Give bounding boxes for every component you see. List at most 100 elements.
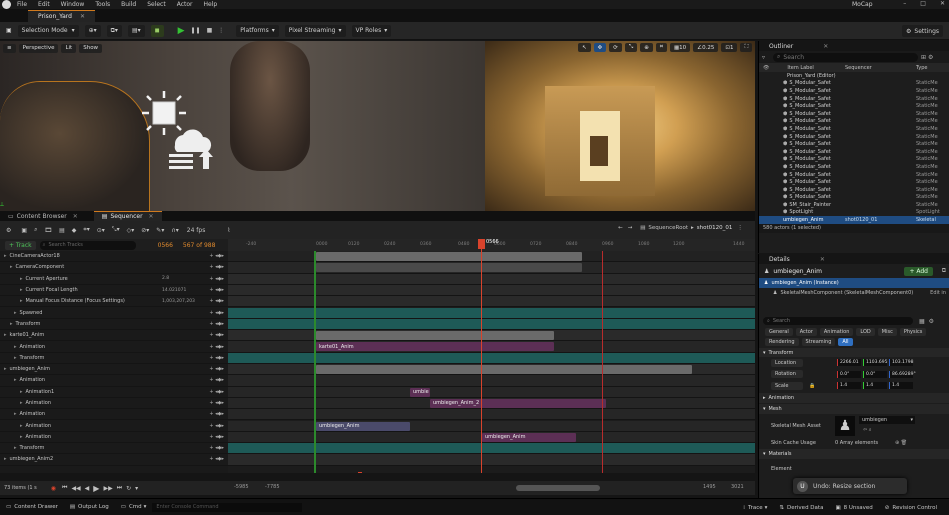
prev-key-icon[interactable]: ◀◀ (71, 485, 80, 492)
keyframe-marker[interactable] (358, 472, 362, 473)
filter-rendering[interactable]: Rendering (765, 338, 799, 346)
expand-arrow-icon[interactable]: ▸ (10, 264, 13, 270)
track-row[interactable]: ▸ umbiegen_Anim + ◂◆▸ (0, 364, 228, 376)
track-add-key-icon[interactable]: + ◂◆▸ (209, 389, 224, 395)
expand-arrow-icon[interactable]: ▸ (20, 389, 23, 395)
track-row[interactable]: ▸ Transform + ◂◆▸ (0, 443, 228, 455)
viewport-menu-icon[interactable]: ≡ (3, 43, 16, 53)
track-row[interactable]: ▸ Manual Focus Distance (Focus Settings) 1… (0, 296, 228, 308)
details-search-input[interactable]: ⌕ Search (763, 317, 913, 325)
blueprint-options-icon[interactable]: ⧉ (942, 267, 946, 275)
select-tool-icon[interactable]: ↖ (578, 43, 591, 52)
outliner-item[interactable]: ⬢ SM_Stair_Painter StaticMe (759, 201, 949, 209)
view-range-start[interactable]: -5985 (234, 484, 249, 490)
seq-edit-icon[interactable]: ✎▾ (156, 227, 164, 234)
track-value[interactable]: 1,003,207,203 (162, 299, 195, 304)
show-button[interactable]: Show (79, 43, 103, 53)
pause-icon[interactable]: ❚❚ (191, 27, 201, 34)
play-icon[interactable]: ▶ (178, 26, 185, 36)
expand-arrow-icon[interactable]: ▸ (14, 310, 17, 316)
expand-arrow-icon[interactable]: ▸ (20, 287, 23, 293)
revision-control-button[interactable]: ⊘ Revision Control (879, 502, 943, 513)
view-range-end[interactable]: 1495 (703, 484, 716, 490)
col-type[interactable]: Type (916, 65, 927, 71)
timeline-lane[interactable] (228, 443, 755, 455)
close-icon[interactable]: ✕ (940, 0, 945, 7)
add-actor-icon[interactable]: ⊕▾ (84, 24, 101, 37)
expand-arrow-icon[interactable]: ▸ (14, 411, 17, 417)
track-add-key-icon[interactable]: + ◂◆▸ (209, 276, 224, 282)
minimize-icon[interactable]: – (903, 0, 906, 7)
track-add-key-icon[interactable]: + ◂◆▸ (209, 287, 224, 293)
filter-animation[interactable]: Animation (819, 328, 854, 336)
level-tab[interactable]: Prison_Yard ✕ (28, 10, 95, 22)
filter-lod[interactable]: LOD (856, 328, 875, 336)
menu-build[interactable]: Build (121, 1, 136, 8)
derived-data-button[interactable]: ⇅ Derived Data (773, 502, 829, 513)
working-range-end[interactable]: 3021 (731, 484, 744, 490)
pixel-streaming-button[interactable]: Pixel Streaming ▾ (284, 24, 346, 37)
track-row[interactable]: ▸ umbiegen_Anim2 + ◂◆▸ (0, 454, 228, 466)
location-x[interactable]: 2266.01 (837, 359, 861, 367)
menu-tools[interactable]: Tools (95, 1, 110, 8)
track-add-key-icon[interactable]: + ◂◆▸ (209, 456, 224, 462)
browse-asset-icon[interactable]: ⇦ ⌕ (863, 427, 872, 433)
track-add-key-icon[interactable]: + ◂◆▸ (209, 264, 224, 270)
track-row[interactable]: ▸ Transform + ◂◆▸ (0, 319, 228, 331)
track-row[interactable]: ▸ Current Focal Length 14.021071 + ◂◆▸ (0, 285, 228, 297)
current-frame[interactable]: 0566 (158, 242, 173, 249)
filter-general[interactable]: General (765, 328, 793, 336)
jump-start-icon[interactable]: ⏮ (62, 484, 67, 492)
close-tab-icon[interactable]: ✕ (80, 13, 85, 20)
menu-file[interactable]: File (17, 1, 27, 8)
outliner-item[interactable]: ⬢ S_Modular_Safet StaticMe (759, 194, 949, 202)
scale-x[interactable]: 1.4 (837, 382, 861, 390)
character-figure-2[interactable] (230, 41, 310, 171)
track-row[interactable]: ▸ karte01_Anim + ◂◆▸ (0, 330, 228, 342)
menu-window[interactable]: Window (61, 1, 85, 8)
location-label[interactable]: Location (771, 358, 803, 367)
timeline-area[interactable]: -240 0000 0120 0240 0360 0480 0600 0720 0840 0960… (228, 239, 755, 473)
scale-z[interactable]: 1.4 (889, 382, 913, 390)
lit-button[interactable]: Lit (61, 43, 77, 53)
umbiegen-track-section[interactable] (316, 365, 692, 374)
expand-arrow-icon[interactable]: ▸ (14, 355, 17, 361)
playhead-handle[interactable] (478, 239, 485, 249)
track-row[interactable]: ▸ Animation + ◂◆▸ (0, 341, 228, 353)
seq-curve-editor-icon[interactable]: ⌇ (227, 227, 230, 234)
outliner-item[interactable]: ⬢ S_Modular_Safet StaticMe (759, 186, 949, 194)
track-value[interactable]: 2.8 (162, 276, 169, 281)
track-add-key-icon[interactable]: + ◂◆▸ (209, 423, 224, 429)
outliner-item[interactable]: ⬢ S_Modular_Safet StaticMe (759, 133, 949, 141)
timeline-lane[interactable] (228, 352, 755, 364)
mesh-section-header[interactable]: ▾ Mesh (759, 403, 949, 414)
fov-button[interactable]: ∠ 0.25 (693, 43, 719, 52)
filter-streaming[interactable]: Streaming (801, 338, 836, 346)
jump-end-icon[interactable]: ⏭ (117, 484, 122, 492)
expand-arrow-icon[interactable]: ▸ (20, 434, 23, 440)
filter-all[interactable]: All (838, 338, 853, 346)
track-add-key-icon[interactable]: + ◂◆▸ (209, 355, 224, 361)
camera-speed-button[interactable]: ⊡ 1 (721, 43, 738, 52)
umbie-section[interactable]: umbie (410, 387, 430, 397)
track-value[interactable]: 14.021071 (162, 288, 186, 293)
next-frame-icon[interactable]: ▶▶ (103, 485, 112, 492)
track-add-key-icon[interactable]: + ◂◆▸ (209, 400, 224, 406)
outliner-item[interactable]: ⬢ S_Modular_Safet StaticMe (759, 171, 949, 179)
surface-snap-icon[interactable]: ⌗ (655, 43, 667, 52)
track-add-key-icon[interactable]: + ◂◆▸ (209, 253, 224, 259)
track-add-key-icon[interactable]: + ◂◆▸ (209, 445, 224, 451)
property-matrix-icon[interactable]: ▦ (919, 318, 925, 325)
track-add-key-icon[interactable]: + ◂◆▸ (209, 321, 224, 327)
content-drawer-button[interactable]: ▭ Content Drawer (0, 502, 64, 513)
karte-track-section[interactable] (316, 331, 554, 341)
track-search-input[interactable]: ⌕ Search Tracks (39, 240, 136, 250)
animation-section-header[interactable]: ▸ Animation (759, 392, 949, 403)
location-z[interactable]: 103.1798 (889, 359, 913, 367)
rotation-y[interactable]: 0.0° (863, 370, 887, 378)
outliner-item[interactable]: ⬢ S_Modular_Safet StaticMe (759, 163, 949, 171)
translate-tool-icon[interactable]: ✥ (593, 43, 607, 52)
output-log-button[interactable]: ▤ Output Log (64, 502, 115, 513)
play-sequence-icon[interactable]: ▶ (93, 484, 99, 493)
track-add-key-icon[interactable]: + ◂◆▸ (209, 298, 224, 304)
